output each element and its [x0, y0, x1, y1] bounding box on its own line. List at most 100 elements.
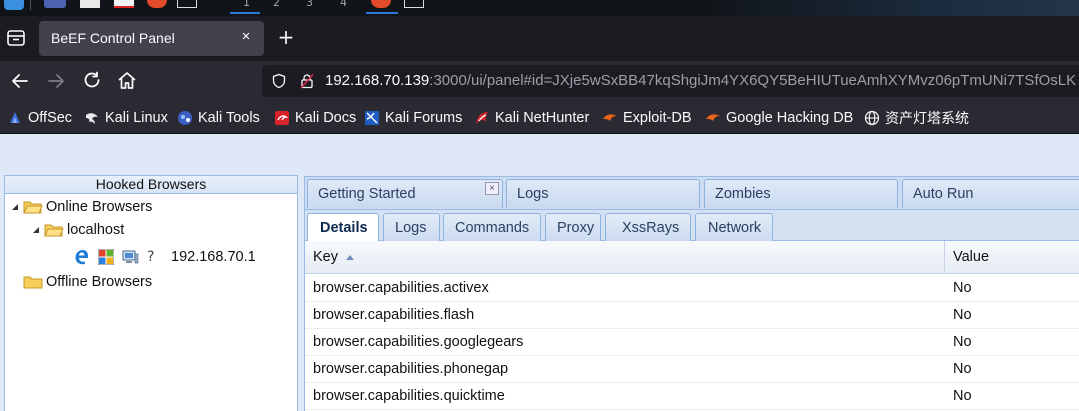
bookmark-asset-lighthouse[interactable]: 资产灯塔系统: [864, 108, 969, 128]
editor-launcher-icon[interactable]: [114, 0, 134, 8]
tab-proxy[interactable]: Proxy: [545, 213, 601, 242]
bookmark-label: Exploit-DB: [623, 110, 692, 126]
tab-xssrays[interactable]: XssRays: [605, 213, 691, 242]
new-tab-button[interactable]: +: [276, 27, 296, 49]
system-taskbar: 1 2 3 4: [0, 0, 1079, 16]
edge-browser-icon: [75, 250, 88, 265]
tab-label: Details: [320, 220, 368, 236]
row-key: browser.capabilities.googlegears: [313, 334, 524, 350]
bookmark-label: Kali NetHunter: [495, 110, 590, 126]
tab-commands[interactable]: Commands: [443, 213, 541, 242]
column-header-key[interactable]: Key: [313, 241, 355, 274]
table-row[interactable]: browser.capabilities.phonegap No: [305, 356, 1079, 383]
bookmark-kali-forums[interactable]: Kali Forums: [364, 108, 462, 128]
sort-ascending-icon: [346, 255, 355, 261]
tracking-shield-icon[interactable]: [271, 73, 287, 89]
tab-list-icon[interactable]: [6, 29, 26, 47]
reload-icon[interactable]: [80, 69, 104, 93]
terminal-window-icon-2[interactable]: [404, 0, 424, 8]
bookmark-label: OffSec: [28, 110, 73, 126]
bookmark-google-hacking-db[interactable]: Google Hacking DB: [705, 108, 853, 128]
table-row[interactable]: browser.capabilities.googlegears No: [305, 329, 1079, 356]
table-row[interactable]: browser.capabilities.flash No: [305, 302, 1079, 329]
files-launcher-icon[interactable]: [44, 0, 66, 8]
bookmark-offsec[interactable]: OffSec: [7, 108, 72, 128]
workspace-1[interactable]: 1: [243, 0, 250, 9]
row-value: No: [953, 307, 972, 323]
workspace-3[interactable]: 3: [306, 0, 313, 9]
kali-menu-icon[interactable]: [4, 0, 24, 10]
main-tab-panel: Getting Started × Logs Zombies Auto Run …: [304, 176, 1079, 411]
tab-label: Commands: [455, 220, 530, 236]
page-header-area: [0, 134, 1079, 174]
bookmark-kali-linux[interactable]: Kali Linux: [84, 108, 168, 128]
tree-node-localhost[interactable]: localhost: [31, 219, 124, 241]
tab-network[interactable]: Network: [695, 213, 773, 242]
row-key: browser.capabilities.flash: [313, 307, 475, 323]
bookmark-label: Kali Linux: [105, 110, 168, 126]
folder-open-icon: [23, 201, 43, 214]
tree-node-online-browsers[interactable]: Online Browsers: [10, 196, 152, 218]
tree-node-hooked-browser[interactable]: ? 192.168.70.1: [74, 246, 256, 268]
offline-browsers-label: Offline Browsers: [46, 274, 153, 290]
tab-auto-run[interactable]: Auto Run: [902, 179, 1079, 208]
active-tab[interactable]: BeEF Control Panel ×: [39, 21, 264, 56]
back-icon[interactable]: [8, 69, 32, 93]
firefox-launcher-icon[interactable]: [147, 0, 167, 8]
tree-node-offline-browsers[interactable]: Offline Browsers: [23, 271, 152, 293]
terminal-launcher-icon[interactable]: [80, 0, 100, 8]
tab-logs-top[interactable]: Logs: [506, 179, 700, 208]
terminal-window-icon[interactable]: [177, 0, 197, 8]
tab-logs[interactable]: Logs: [383, 213, 440, 242]
localhost-label: localhost: [67, 222, 125, 238]
tab-title: BeEF Control Panel: [51, 30, 175, 46]
hooked-browsers-title: Hooked Browsers: [5, 176, 297, 194]
tab-label: Getting Started: [318, 186, 416, 202]
collapse-triangle-icon[interactable]: [31, 225, 41, 235]
firefox-window-icon[interactable]: [371, 0, 391, 8]
bookmark-label: Kali Forums: [385, 110, 463, 126]
exploit-db-icon: [603, 114, 617, 121]
hooked-browsers-panel: Hooked Browsers Online Browsers localhos…: [4, 175, 298, 411]
row-key: browser.capabilities.phonegap: [313, 361, 509, 377]
tab-getting-started[interactable]: Getting Started ×: [307, 179, 503, 208]
column-divider[interactable]: [944, 241, 945, 274]
tab-label: Logs: [517, 186, 549, 202]
desktop-hardware-icon: [122, 250, 139, 264]
ghdb-icon: [706, 114, 720, 121]
url-bar[interactable]: 192.168.70.139:3000/ui/panel#id=JXje5wSx…: [262, 65, 1079, 97]
tab-close-icon[interactable]: ×: [485, 182, 499, 195]
globe-icon: [864, 110, 880, 126]
bookmark-kali-nethunter[interactable]: Kali NetHunter: [474, 108, 589, 128]
workspace-2[interactable]: 2: [273, 0, 280, 9]
taskbar-separator: [30, 0, 31, 10]
tab-label: Auto Run: [913, 186, 974, 202]
column-header-value[interactable]: Value: [953, 241, 989, 274]
tab-zombies[interactable]: Zombies: [704, 179, 898, 208]
table-row[interactable]: browser.capabilities.quicktime No: [305, 383, 1079, 410]
bookmark-kali-tools[interactable]: Kali Tools: [177, 108, 260, 128]
row-value: No: [953, 361, 972, 377]
nethunter-icon: [476, 112, 488, 124]
home-icon[interactable]: [115, 69, 139, 93]
bookmarks-toolbar: OffSec Kali Linux Kali Tools Kali Docs K…: [0, 101, 1079, 134]
table-row[interactable]: browser.capabilities.activex No: [305, 275, 1079, 302]
beef-panel-page: Hooked Browsers Online Browsers localhos…: [0, 134, 1079, 411]
tab-details[interactable]: Details: [307, 213, 379, 243]
bookmark-label: Kali Docs: [295, 110, 357, 126]
tab-label: Network: [708, 220, 762, 236]
kali-forums-icon: [365, 111, 379, 125]
collapse-triangle-icon[interactable]: [10, 202, 20, 212]
workspace-active-indicator: [230, 12, 260, 14]
kali-tools-icon: [178, 111, 192, 125]
bookmark-label: 资产灯塔系统: [885, 111, 969, 127]
tab-close-icon[interactable]: ×: [238, 28, 254, 46]
unknown-info-icon: ?: [147, 249, 155, 265]
bookmark-kali-docs[interactable]: Kali Docs: [274, 108, 356, 128]
row-value: No: [953, 280, 972, 296]
details-grid: Key Value browser.capabilities.activex N…: [304, 241, 1079, 411]
bookmark-exploit-db[interactable]: Exploit-DB: [602, 108, 692, 128]
insecure-lock-icon[interactable]: [299, 73, 315, 89]
workspace-4[interactable]: 4: [340, 0, 347, 9]
forward-icon[interactable]: [44, 69, 68, 93]
